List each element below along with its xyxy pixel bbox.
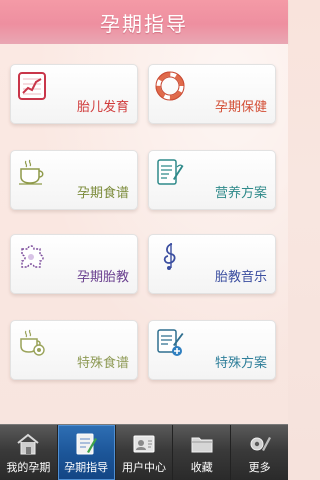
guide-book-icon xyxy=(73,432,99,456)
tile-label: 特殊方案 xyxy=(214,356,267,371)
tile-nutrition-plan[interactable]: 营养方案 xyxy=(148,150,276,210)
tab-favorites[interactable]: 收藏 xyxy=(173,425,232,480)
bottom-tab-bar: 我的孕期 孕期指导 用户中心 收藏 更多 xyxy=(0,424,288,480)
notepad-icon xyxy=(155,157,185,187)
tab-label: 用户中心 xyxy=(121,461,166,474)
user-center-icon xyxy=(131,432,157,456)
more-tools-icon xyxy=(247,432,273,456)
tile-label: 孕期食谱 xyxy=(76,186,129,201)
tile-special-plan[interactable]: 特殊方案 xyxy=(148,320,276,380)
tile-fetal-development[interactable]: 胎儿发育 xyxy=(10,64,138,124)
tab-user-center[interactable]: 用户中心 xyxy=(116,425,174,480)
lifebuoy-icon xyxy=(155,71,185,101)
tab-label: 我的孕期 xyxy=(6,461,51,474)
tab-more[interactable]: 更多 xyxy=(231,425,288,480)
tab-label: 更多 xyxy=(248,461,271,474)
tile-label: 胎教音乐 xyxy=(214,270,267,285)
puzzle-icon xyxy=(17,241,47,271)
tile-label: 孕期保健 xyxy=(214,100,267,115)
page-title: 孕期指导 xyxy=(100,11,188,36)
tile-label: 胎儿发育 xyxy=(76,100,129,115)
tile-prenatal-music[interactable]: 胎教音乐 xyxy=(148,234,276,294)
tab-label: 收藏 xyxy=(190,461,213,474)
tile-label: 营养方案 xyxy=(214,186,267,201)
chart-icon xyxy=(17,71,47,101)
tile-grid: 胎儿发育 孕期保健 孕期食谱 营养方案 孕期胎教 胎教音乐 特殊食谱 特殊方案 xyxy=(0,44,288,424)
special-cup-icon xyxy=(17,327,47,357)
tab-pregnancy-guide[interactable]: 孕期指导 xyxy=(57,425,116,480)
tab-label: 孕期指导 xyxy=(64,461,109,474)
tile-label: 特殊食谱 xyxy=(76,356,129,371)
tile-pregnancy-recipes[interactable]: 孕期食谱 xyxy=(10,150,138,210)
coffee-cup-icon xyxy=(17,157,47,187)
house-icon xyxy=(15,432,41,456)
tile-prenatal-education[interactable]: 孕期胎教 xyxy=(10,234,138,294)
special-notepad-icon xyxy=(155,327,185,357)
music-note-icon xyxy=(155,241,185,271)
tile-pregnancy-care[interactable]: 孕期保健 xyxy=(148,64,276,124)
tile-label: 孕期胎教 xyxy=(76,270,129,285)
tab-my-pregnancy[interactable]: 我的孕期 xyxy=(0,425,58,480)
tile-special-recipes[interactable]: 特殊食谱 xyxy=(10,320,138,380)
app-header: 孕期指导 xyxy=(0,0,288,44)
folder-icon xyxy=(189,432,215,456)
